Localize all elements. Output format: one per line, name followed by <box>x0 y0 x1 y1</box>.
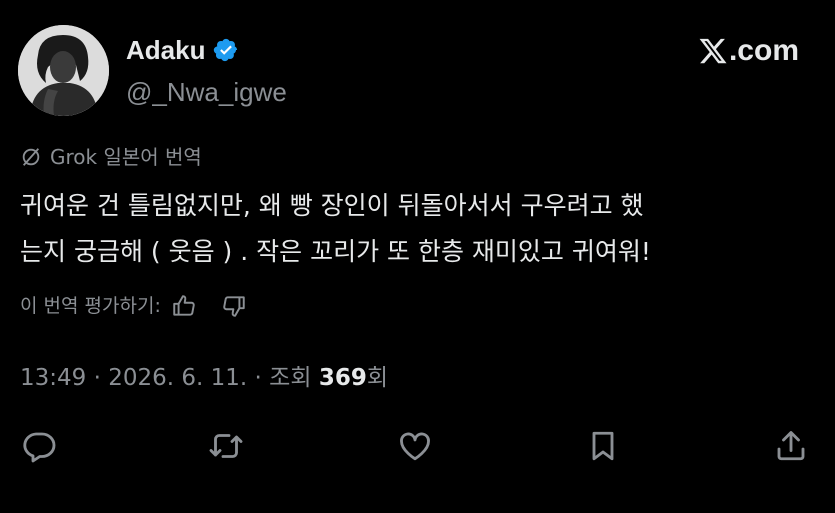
tweet-text: 귀여운 건 틀림없지만, 왜 빵 장인이 뒤돌아서서 구우려고 했 는지 궁금해… <box>20 183 820 275</box>
meta-separator: · <box>93 365 101 391</box>
like-icon <box>400 432 430 461</box>
tweet-time[interactable]: 13:49 <box>20 365 86 391</box>
share-button[interactable] <box>771 426 811 466</box>
thumbs-up-icon[interactable] <box>171 293 197 319</box>
like-button[interactable] <box>395 426 435 466</box>
slash-circle-icon <box>22 148 40 166</box>
author-name[interactable]: Adaku <box>126 33 205 67</box>
views-suffix: 회 <box>366 365 388 391</box>
site-brand: .com <box>698 34 799 68</box>
meta-separator: · <box>254 365 262 391</box>
tweet-line: 귀여운 건 틀림없지만, 왜 빵 장인이 뒤돌아서서 구우려고 했 <box>20 191 644 220</box>
translation-label-text: Grok 일본어 번역 <box>50 145 202 169</box>
share-icon <box>777 431 805 461</box>
verified-badge-icon <box>213 37 239 63</box>
x-logo-icon <box>699 38 727 64</box>
reply-button[interactable] <box>19 426 59 466</box>
tweet-date[interactable]: 2026. 6. 11. <box>108 365 247 391</box>
retweet-button[interactable] <box>206 426 246 466</box>
rate-translation-label: 이 번역 평가하기: <box>20 295 161 317</box>
avatar-photo <box>18 25 109 116</box>
avatar[interactable] <box>18 25 109 116</box>
site-brand-text: .com <box>728 34 799 67</box>
bookmark-icon <box>592 431 614 461</box>
views-label: 조회 <box>269 365 312 391</box>
translation-label: Grok 일본어 번역 <box>20 143 202 171</box>
author-handle[interactable]: @_Nwa_igwe <box>126 75 287 109</box>
views-count: 369 <box>318 365 367 391</box>
thumbs-down-icon[interactable] <box>221 293 247 319</box>
tweet-meta: 13:49 · 2026. 6. 11. · 조회 369회 <box>20 360 388 396</box>
reply-icon <box>23 432 56 463</box>
tweet-line: 는지 궁금해 ( 웃음 ) . 작은 꼬리가 또 한층 재미있고 귀여워! <box>20 237 651 266</box>
bookmark-button[interactable] <box>583 426 623 466</box>
author-name-row[interactable]: Adaku <box>126 33 239 67</box>
rate-translation: 이 번역 평가하기: <box>20 291 247 321</box>
retweet-icon <box>209 434 243 458</box>
